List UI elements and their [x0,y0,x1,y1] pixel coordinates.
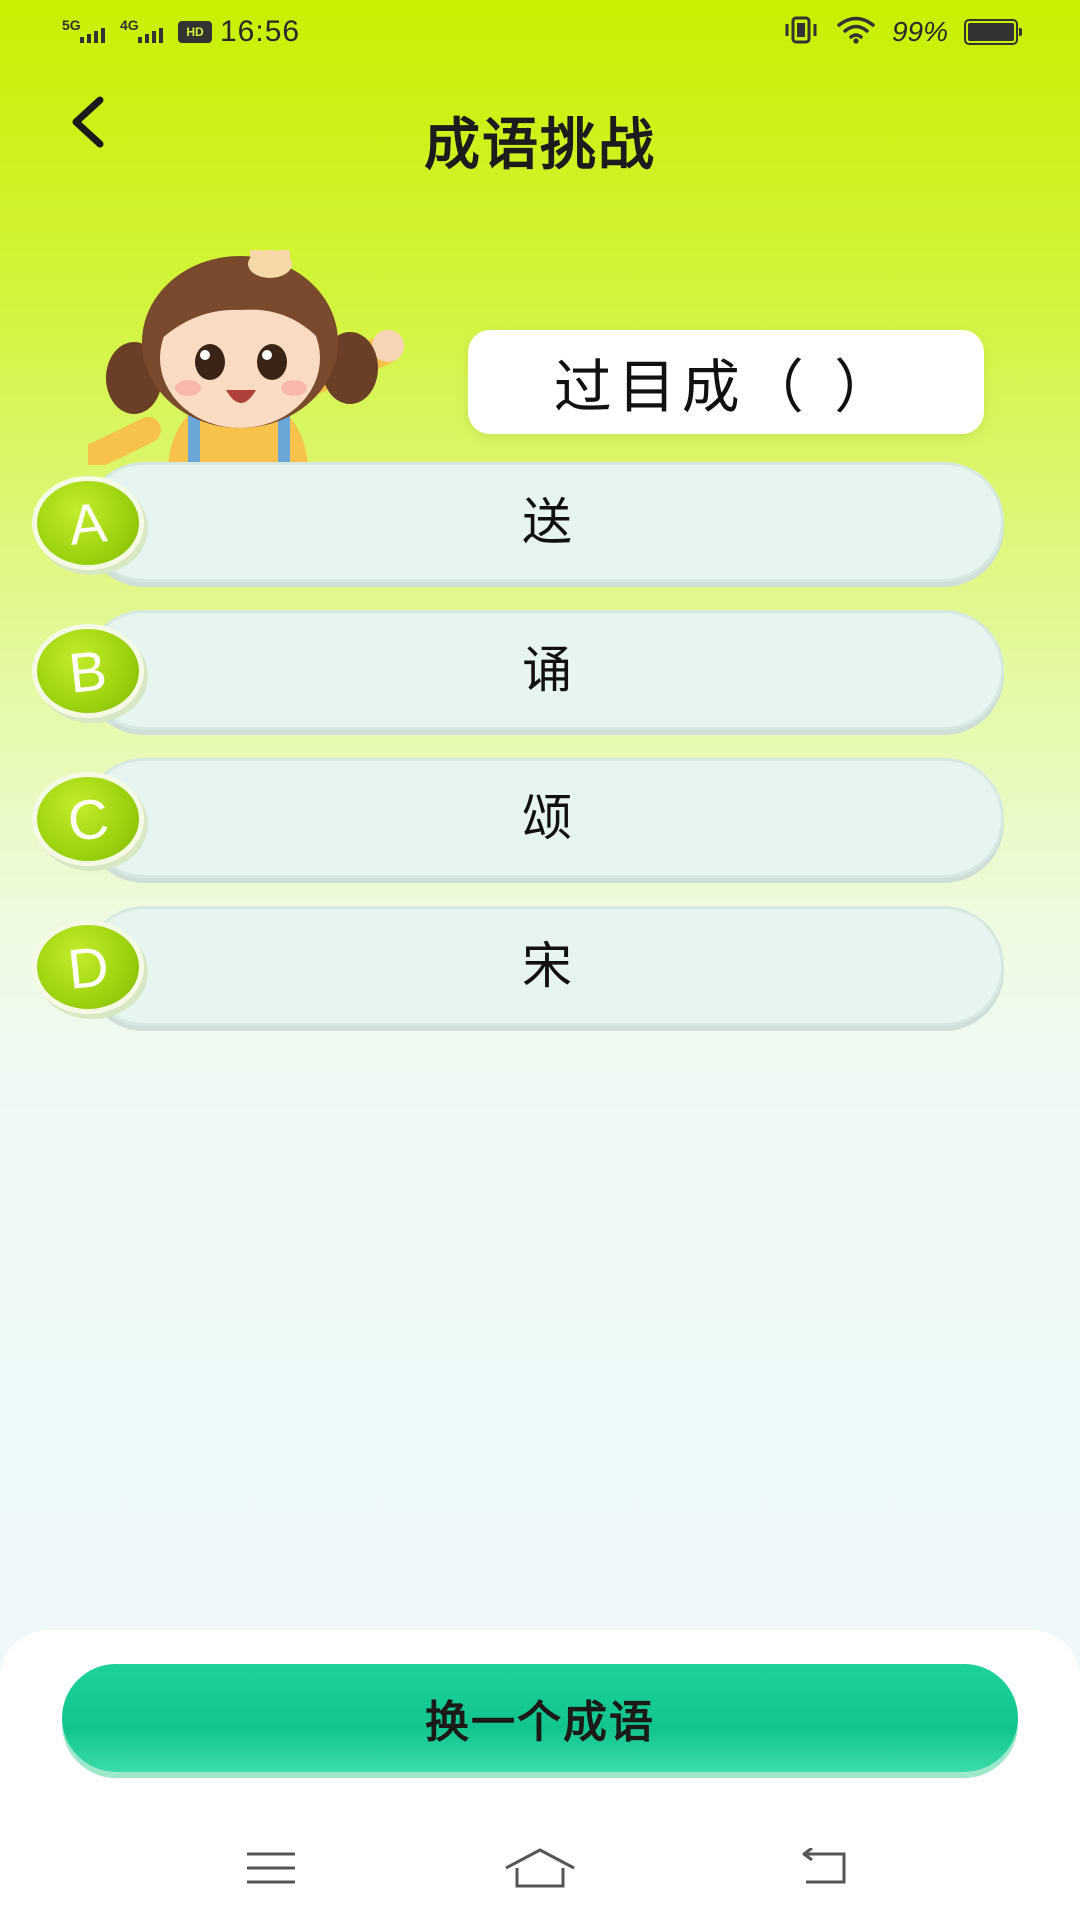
option-c-badge[interactable]: C [32,772,144,866]
option-a-badge[interactable]: A [32,476,144,570]
vibrate-icon [782,15,820,49]
battery-icon [964,19,1022,45]
option-c-text: 颂 [522,789,572,847]
hd-badge: HD [178,21,212,43]
battery-fill [968,23,1014,41]
back-nav-button[interactable] [773,1836,873,1900]
home-icon [505,1848,575,1888]
signal-5g-label: 5G [62,17,81,33]
signal-4g-label: 4G [120,17,139,33]
option-b-letter: B [66,637,110,705]
wifi-icon [836,15,876,49]
option-a-letter: A [66,489,110,557]
question-card: 过目成（ ） [468,330,984,434]
menu-button[interactable] [221,1836,321,1900]
option-b-button[interactable]: 诵 [84,610,1004,730]
back-icon [802,1848,846,1884]
option-b-badge[interactable]: B [32,624,144,718]
change-idiom-label: 换一个成语 [425,1697,655,1748]
page-title: 成语挑战 [424,113,656,178]
status-bar: 5G 4G HD 16:56 99% [0,0,1080,70]
status-right: 99% [782,12,1022,52]
home-button[interactable] [490,1836,590,1900]
option-d-button[interactable]: 宋 [84,906,1004,1026]
option-d-text: 宋 [522,937,572,995]
battery-percent: 99% [891,16,948,47]
change-idiom-button[interactable]: 换一个成语 [62,1664,1018,1772]
option-a-text: 送 [522,493,572,551]
option-d-letter: D [64,933,112,1001]
menu-icon [247,1852,295,1884]
system-nav-bar [0,1836,1080,1900]
status-time: 16:56 [220,15,301,48]
option-c-button[interactable]: 颂 [84,758,1004,878]
question-text: 过目成（ ） [553,353,899,421]
option-b-text: 诵 [522,641,572,699]
option-a-button[interactable]: 送 [84,462,1004,582]
option-c-letter: C [64,785,112,853]
status-left: 5G 4G HD 16:56 [62,12,300,52]
signal-4g-icon: 4G [120,15,166,49]
cartoon-girl-mascot [81,244,418,469]
option-d-badge[interactable]: D [32,920,144,1014]
signal-5g-icon: 5G [62,15,108,49]
